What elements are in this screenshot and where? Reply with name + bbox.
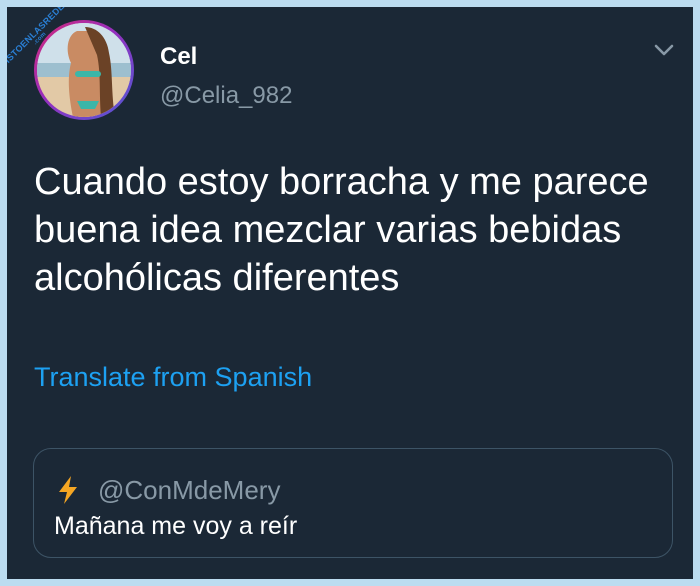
screenshot-frame: VISTOENLASREDES .com Cel @Celia_982 Cuan… [0,0,700,586]
user-handle[interactable]: @Celia_982 [160,82,292,110]
quoted-tweet-card[interactable]: @ConMdeMery Mañana me voy a reír [33,448,673,558]
avatar-image-icon [37,23,131,117]
quoted-handle: @ConMdeMery [98,475,281,505]
avatar-photo [37,23,131,117]
quoted-text: Mañana me voy a reír [54,512,298,540]
tweet-text: Cuando estoy borracha y me parece buena … [34,161,649,299]
translate-link[interactable]: Translate from Spanish [34,362,312,393]
chevron-down-icon[interactable] [651,40,677,60]
display-name[interactable]: Cel [160,43,197,71]
lightning-icon [56,475,80,505]
avatar[interactable] [34,20,134,120]
